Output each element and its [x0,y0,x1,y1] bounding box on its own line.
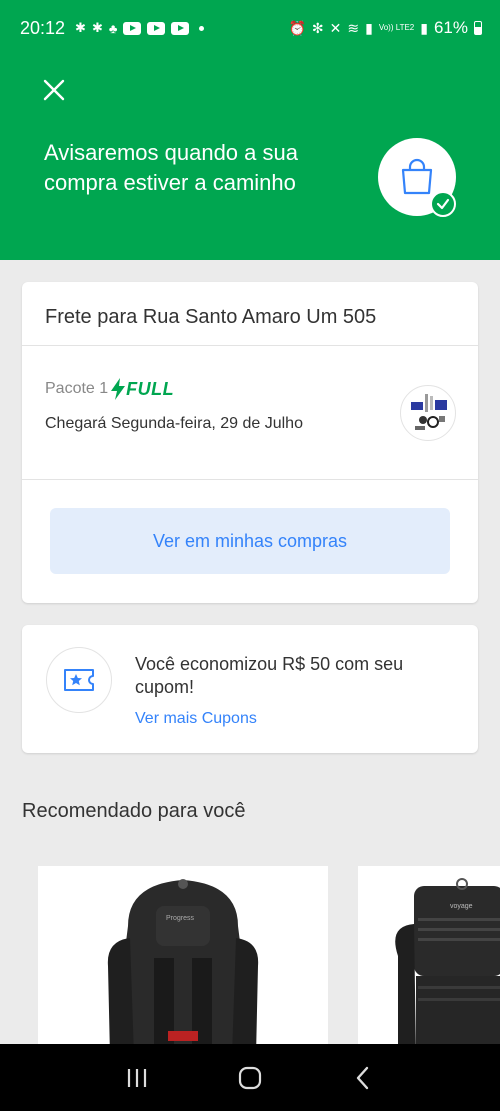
more-notifications-dot [199,25,205,31]
check-badge [430,191,456,217]
youtube-icon [147,21,166,35]
status-time: 20:12 [20,17,66,38]
battery-icon [474,21,482,35]
product-image [411,394,447,430]
app-notification-icon: ✱ [75,20,86,35]
alarm-icon: ⏰ [288,19,306,36]
product-thumbnail[interactable] [400,385,456,441]
package-label: Pacote 1 FULL [45,378,174,400]
app-notification-icon: ✱ [91,20,103,35]
confirmation-header: Avisaremos quando a sua compra estiver a… [0,56,500,260]
check-icon [436,198,450,210]
home-button[interactable] [230,1058,270,1098]
brand-mark: voyage [450,903,473,910]
close-button[interactable] [38,74,70,106]
signal-icon: ▮ [420,19,428,36]
booster-seat-image: voyage [395,878,500,1056]
header-title: Avisaremos quando a sua compra estiver a… [44,140,298,195]
status-bar: 20:12 ✱ ✱ ♣ ⏰ ✻ ✕ ≋ ▮ Vo)) LTE2 ▮ 61% [0,0,500,56]
back-icon [357,1066,369,1089]
youtube-icon [171,21,190,35]
system-nav-bar [0,1044,500,1111]
brand-mark: Progress [166,915,195,922]
car-seat-image: Progress [107,879,259,1056]
recommended-product[interactable]: voyage [358,866,500,1056]
wifi-icon: ≋ [347,19,360,36]
home-icon [238,1066,262,1089]
divider [22,345,478,346]
shopping-bag-icon [401,158,433,195]
system-icons: ⏰ ✻ ✕ ≋ ▮ Vo)) LTE2 ▮ 61% [288,18,482,38]
signal-icon: ▮ [365,19,373,36]
more-coupons-link[interactable]: Ver mais Cupons [135,710,257,728]
recent-apps-button[interactable] [117,1058,157,1098]
divider [22,479,478,480]
mute-icon: ✕ [329,19,342,36]
app-notification-icon: ♣ [108,20,118,36]
bluetooth-icon: ✻ [311,19,324,36]
coupon-card: Você economizou R$ 50 com seu cupom! Ver… [22,625,478,753]
back-button[interactable] [343,1058,383,1098]
recommended-product[interactable]: Progress [38,866,328,1056]
lte-indicator: Vo)) LTE2 [378,23,415,32]
full-text: FULL [126,378,175,399]
ticket-star-icon [64,669,94,691]
battery-percent: 61% [433,18,468,37]
arrival-date: Chegará Segunda-feira, 29 de Julho [45,415,303,432]
close-icon [43,79,65,101]
shipping-title: Frete para Rua Santo Amaro Um 505 [45,306,377,328]
lightning-icon [111,378,126,400]
recommendations-title: Recomendado para você [22,800,246,822]
full-badge: FULL [110,378,174,400]
package-number: Pacote 1 [45,380,109,397]
coupon-icon-circle [46,647,112,713]
coupon-savings-text: Você economizou R$ 50 com seu cupom! [135,654,404,697]
youtube-icon [123,21,142,35]
notification-icons: ✱ ✱ ♣ [75,20,205,36]
recent-apps-icon [127,1068,146,1087]
view-purchases-button[interactable]: Ver em minhas compras [50,508,450,574]
shipping-card: Frete para Rua Santo Amaro Um 505 Pacote… [22,282,478,603]
